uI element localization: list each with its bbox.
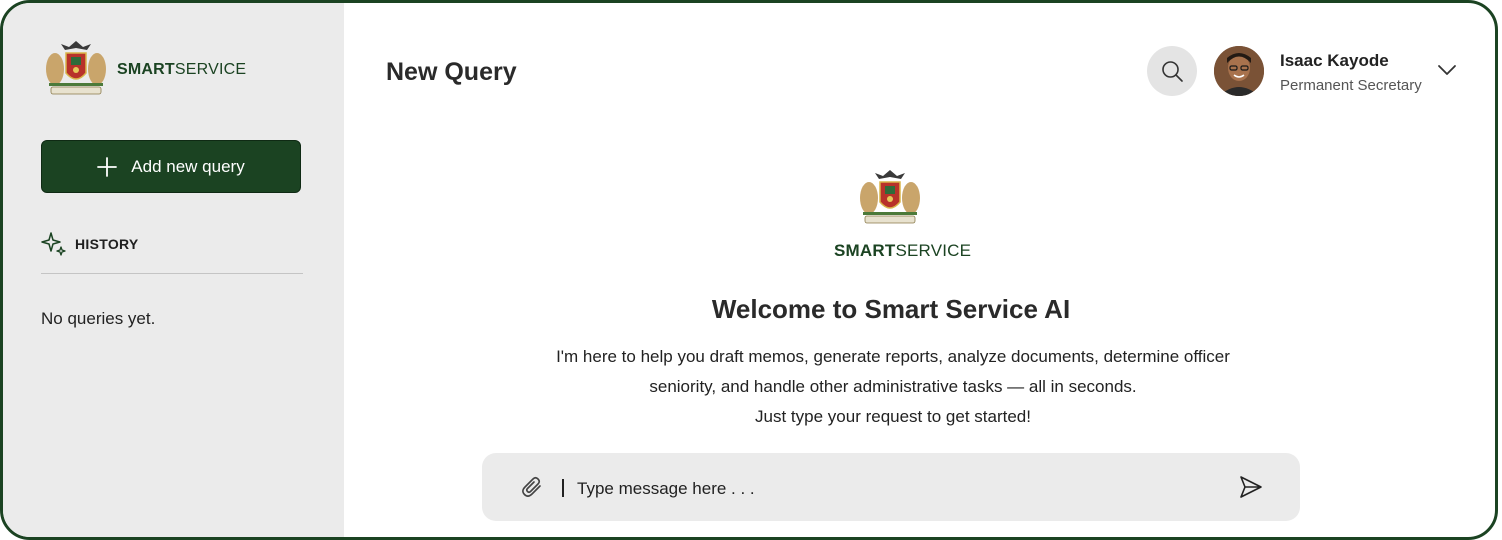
welcome-description: I'm here to help you draft memos, genera…	[483, 342, 1303, 432]
brand-name-part1: SMART	[834, 241, 896, 260]
user-menu-toggle[interactable]	[1437, 63, 1457, 82]
attach-button[interactable]	[520, 475, 544, 504]
message-composer	[482, 453, 1300, 521]
sidebar: SMARTSERVICE Add new query HISTORY No qu…	[3, 3, 344, 537]
user-name: Isaac Kayode	[1280, 51, 1389, 70]
send-button[interactable]	[1238, 474, 1264, 505]
center-brand-name: SMARTSERVICE	[834, 241, 971, 261]
welcome-line-1: I'm here to help you draft memos, genera…	[556, 347, 1230, 366]
welcome-line-2: seniority, and handle other administrati…	[649, 377, 1137, 396]
brand-name: SMARTSERVICE	[117, 61, 246, 79]
add-new-query-label: Add new query	[131, 156, 245, 176]
paperclip-icon	[522, 476, 541, 497]
avatar-image	[1214, 46, 1264, 96]
app-window: SMARTSERVICE Add new query HISTORY No qu…	[0, 0, 1498, 540]
search-icon	[1162, 61, 1183, 82]
user-role: Permanent Secretary	[1280, 77, 1422, 94]
sparkle-icon	[41, 231, 67, 257]
history-label: HISTORY	[75, 236, 139, 252]
welcome-line-3: Just type your request to get started!	[755, 407, 1031, 426]
page-title: New Query	[386, 58, 517, 86]
avatar[interactable]	[1214, 46, 1264, 96]
brand-name-part2: SERVICE	[174, 61, 247, 78]
history-divider	[41, 273, 303, 274]
message-input[interactable]	[562, 475, 1199, 503]
add-new-query-button[interactable]: Add new query	[41, 140, 301, 193]
search-button[interactable]	[1147, 46, 1197, 96]
send-icon	[1240, 476, 1262, 498]
chevron-down-icon	[1438, 65, 1456, 75]
history-section-header: HISTORY	[41, 231, 139, 257]
welcome-title: Welcome to Smart Service AI	[711, 294, 1071, 324]
brand-name-part2: SERVICE	[895, 241, 972, 260]
brand-logo[interactable]: SMARTSERVICE	[41, 39, 246, 101]
coat-of-arms-icon	[46, 41, 106, 95]
coat-of-arms-icon	[860, 170, 920, 224]
brand-name-part1: SMART	[117, 61, 175, 78]
plus-icon	[97, 156, 118, 177]
